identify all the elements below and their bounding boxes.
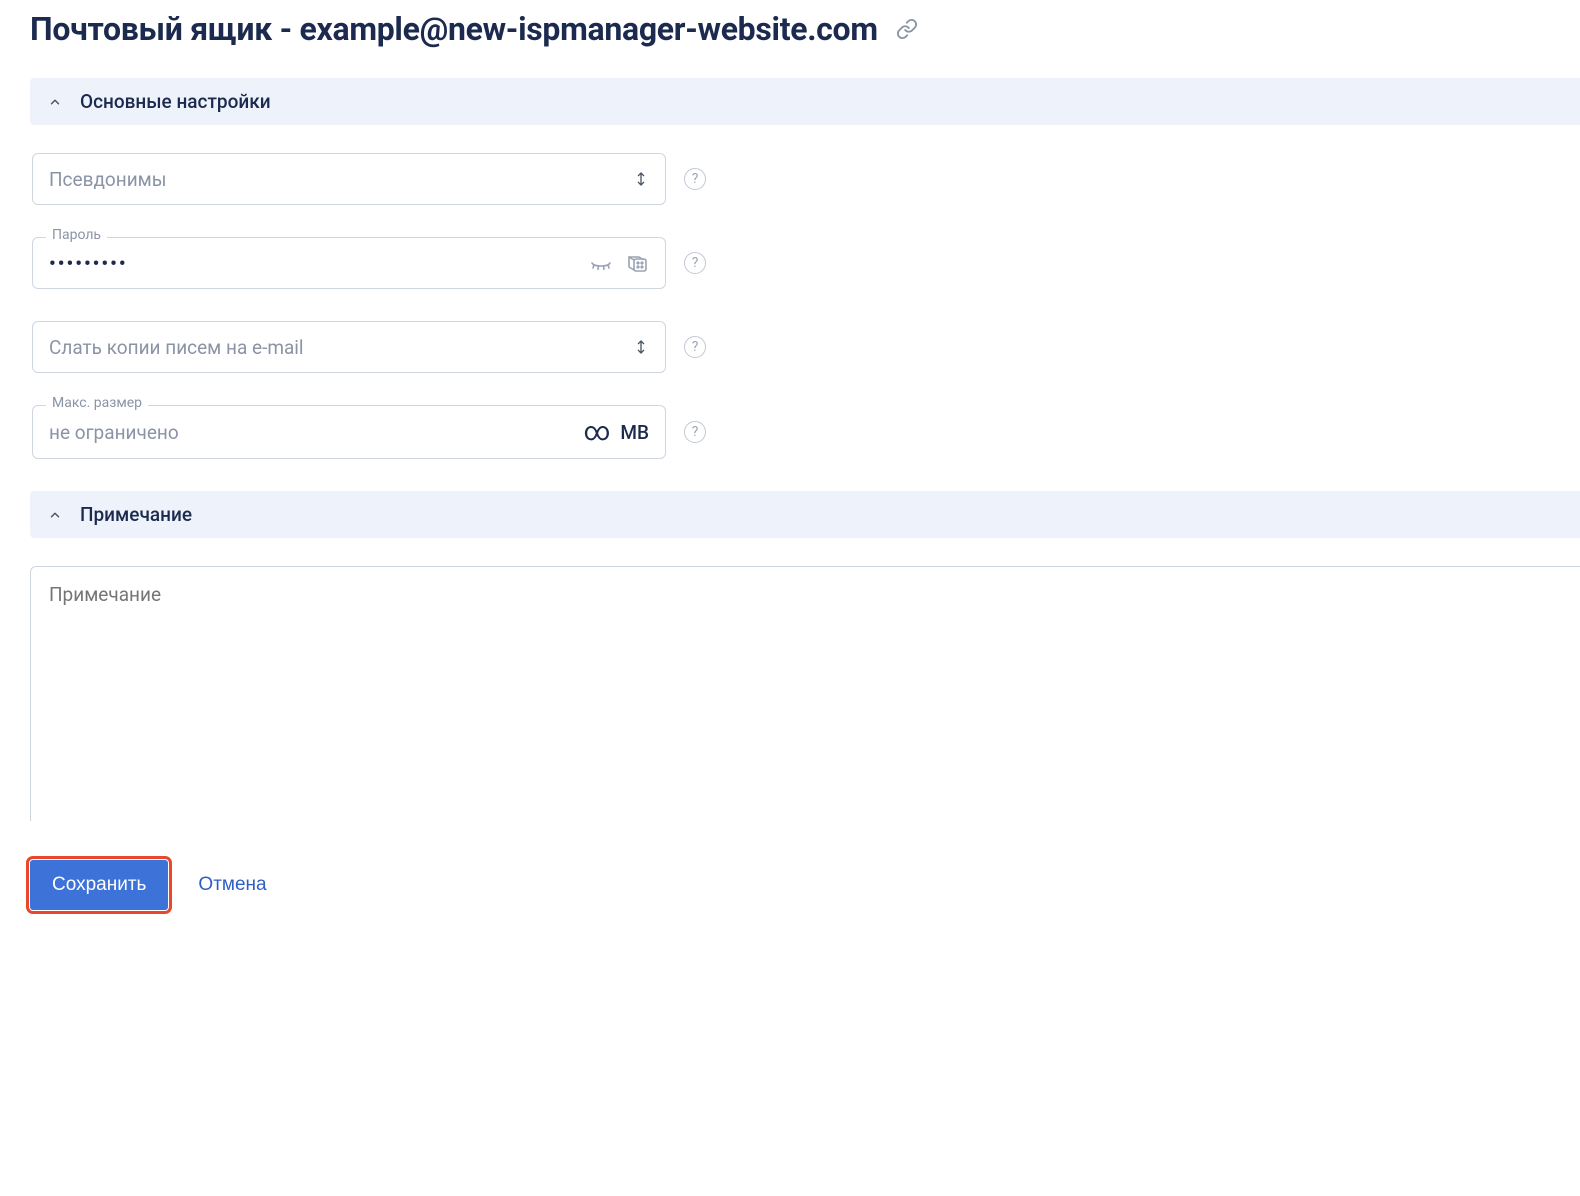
section-note-title: Примечание — [80, 503, 192, 526]
section-main-settings[interactable]: Основные настройки — [30, 78, 1580, 125]
password-label: Пароль — [46, 227, 107, 243]
page-title: Почтовый ящик - example@new-ispmanager-w… — [30, 10, 878, 48]
maxsize-placeholder: не ограничено — [49, 421, 179, 444]
save-button[interactable]: Сохранить — [30, 860, 168, 910]
password-value: ••••••••• — [49, 252, 128, 275]
expand-vertical-icon[interactable] — [633, 169, 649, 189]
expand-vertical-icon[interactable] — [633, 337, 649, 357]
note-textarea[interactable] — [30, 566, 1580, 821]
maxsize-unit: MB — [620, 421, 649, 444]
link-icon[interactable] — [896, 18, 918, 40]
help-icon[interactable]: ? — [684, 421, 706, 443]
cancel-button[interactable]: Отмена — [198, 874, 266, 896]
aliases-placeholder: Псевдонимы — [49, 168, 167, 191]
forward-input[interactable]: Слать копии писем на e-mail — [32, 321, 666, 373]
aliases-input[interactable]: Псевдонимы — [32, 153, 666, 205]
password-input[interactable]: ••••••••• — [32, 237, 666, 289]
section-note[interactable]: Примечание — [30, 491, 1580, 538]
eye-closed-icon[interactable] — [589, 251, 613, 275]
forward-placeholder: Слать копии писем на e-mail — [49, 336, 304, 359]
chevron-up-icon — [48, 95, 62, 109]
help-icon[interactable]: ? — [684, 168, 706, 190]
section-main-title: Основные настройки — [80, 90, 271, 113]
help-icon[interactable]: ? — [684, 336, 706, 358]
maxsize-input[interactable]: не ограничено ∞ MB — [32, 405, 666, 459]
dice-icon[interactable] — [625, 251, 649, 275]
infinity-icon[interactable]: ∞ — [584, 419, 611, 445]
chevron-up-icon — [48, 508, 62, 522]
maxsize-label: Макс. размер — [46, 395, 148, 411]
help-icon[interactable]: ? — [684, 252, 706, 274]
